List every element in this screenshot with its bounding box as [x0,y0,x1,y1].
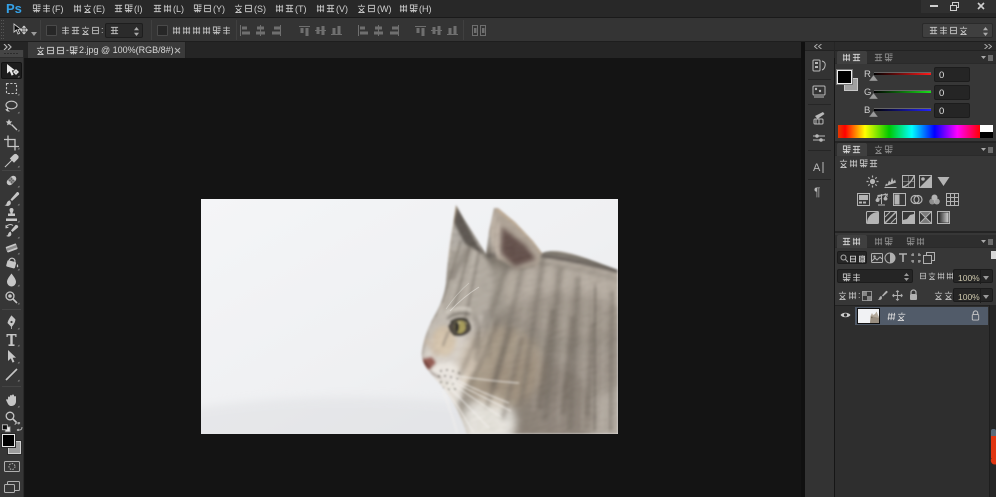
svg-text:A: A [813,162,821,174]
svg-text:¶: ¶ [814,185,820,199]
